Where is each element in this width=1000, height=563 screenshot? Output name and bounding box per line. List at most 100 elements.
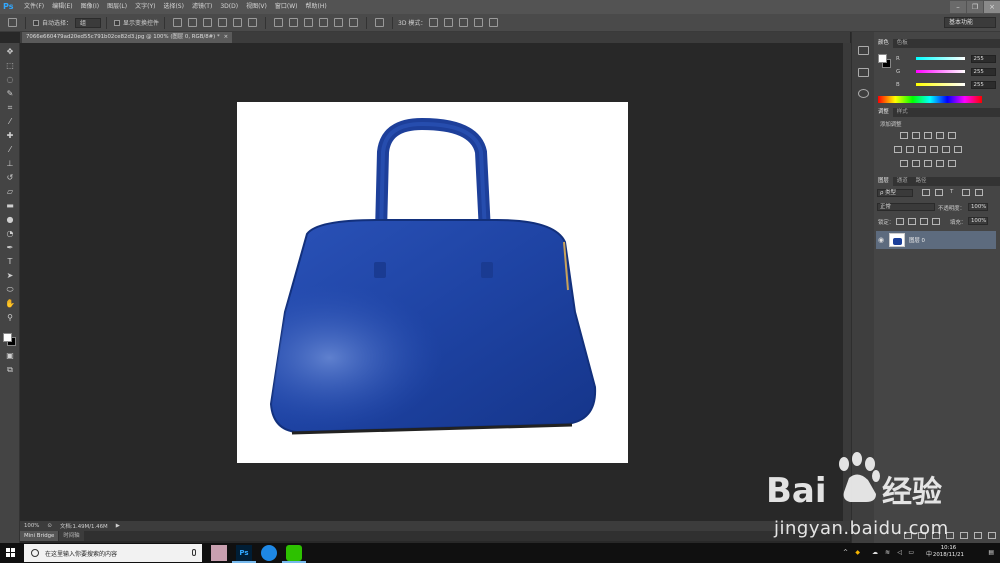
document-tab[interactable]: 7066e660479ad20ed55c791b02ce82d3.jpg @ 1… xyxy=(22,32,233,43)
levels-icon[interactable] xyxy=(912,132,920,139)
ime-indicator[interactable]: 中 xyxy=(926,549,932,558)
slider-r-value[interactable]: 255 xyxy=(970,54,996,63)
menu-type[interactable]: 文字(Y) xyxy=(131,0,159,14)
windows-start-icon[interactable] xyxy=(0,543,22,563)
tray-chevron-icon[interactable]: ^ xyxy=(843,549,848,556)
blur-tool-icon[interactable]: ● xyxy=(4,215,16,225)
color-balance-icon[interactable] xyxy=(906,146,914,153)
brightness-icon[interactable] xyxy=(900,132,908,139)
slider-g-track[interactable] xyxy=(915,70,965,73)
exposure-icon[interactable] xyxy=(936,132,944,139)
slider-b-track[interactable] xyxy=(915,83,965,86)
crop-tool-icon[interactable]: ⌗ xyxy=(4,103,16,113)
tab-mini-bridge[interactable]: Mini Bridge xyxy=(20,531,59,541)
distribute-vcenter-icon[interactable] xyxy=(289,18,299,27)
workspace-dropdown[interactable]: 基本功能 xyxy=(944,17,996,28)
delete-layer-icon[interactable] xyxy=(988,532,996,539)
menu-window[interactable]: 窗口(W) xyxy=(271,0,302,14)
curves-icon[interactable] xyxy=(924,132,932,139)
eyedropper-tool-icon[interactable]: ⁄ xyxy=(4,117,16,127)
3d-slide-icon[interactable] xyxy=(474,18,484,27)
tab-timeline[interactable]: 时间轴 xyxy=(59,531,84,541)
tray-network-icon[interactable]: ≋ xyxy=(885,549,890,556)
align-bottom-icon[interactable] xyxy=(203,18,213,27)
auto-align-icon[interactable] xyxy=(375,18,385,27)
align-left-icon[interactable] xyxy=(218,18,228,27)
taskbar-search[interactable]: 在这里输入你要搜索的内容 xyxy=(24,544,202,562)
doc-info-icon[interactable]: ⊙ xyxy=(47,523,52,529)
zoom-level[interactable]: 100% xyxy=(24,523,39,529)
tab-channels[interactable]: 通道 xyxy=(893,177,912,186)
gradient-tool-icon[interactable]: ▬ xyxy=(4,201,16,211)
channel-mixer-icon[interactable] xyxy=(942,146,950,153)
lock-transparent-icon[interactable] xyxy=(896,218,904,225)
filter-smart-icon[interactable] xyxy=(975,189,983,196)
3d-scale-icon[interactable] xyxy=(489,18,499,27)
browser-icon[interactable] xyxy=(261,545,277,561)
zoom-tool-icon[interactable]: ⚲ xyxy=(4,313,16,323)
3d-roll-icon[interactable] xyxy=(444,18,454,27)
pen-tool-icon[interactable]: ✒ xyxy=(4,243,16,253)
layer-name[interactable]: 图层 0 xyxy=(909,236,925,244)
auto-select-dropdown[interactable]: 组 xyxy=(75,17,102,28)
screen-mode-icon[interactable]: ⧉ xyxy=(4,365,16,375)
black-white-icon[interactable] xyxy=(918,146,926,153)
healing-brush-icon[interactable]: ✚ xyxy=(4,131,16,141)
distribute-hcenter-icon[interactable] xyxy=(334,18,344,27)
layer-row[interactable]: ◉ 图层 0 xyxy=(876,231,996,249)
distribute-top-icon[interactable] xyxy=(274,18,284,27)
lock-position-icon[interactable] xyxy=(920,218,928,225)
lasso-tool-icon[interactable]: ◌ xyxy=(4,75,16,85)
tray-security-icon[interactable]: ◆ xyxy=(855,549,860,556)
info-panel-icon[interactable] xyxy=(858,89,869,98)
menu-edit[interactable]: 编辑(E) xyxy=(48,0,76,14)
distribute-left-icon[interactable] xyxy=(319,18,329,27)
menu-image[interactable]: 图像(I) xyxy=(77,0,103,14)
photo-filter-icon[interactable] xyxy=(930,146,938,153)
canvas-scrollbar[interactable] xyxy=(843,43,851,521)
menu-select[interactable]: 选择(S) xyxy=(159,0,188,14)
3d-rotate-icon[interactable] xyxy=(429,18,439,27)
microphone-icon[interactable] xyxy=(192,549,196,556)
path-select-icon[interactable]: ➤ xyxy=(4,271,16,281)
tab-styles[interactable]: 样式 xyxy=(893,108,912,117)
slider-g[interactable]: G 255 xyxy=(878,67,996,76)
slider-g-value[interactable]: 255 xyxy=(970,67,996,76)
lock-image-icon[interactable] xyxy=(908,218,916,225)
color-lookup-icon[interactable] xyxy=(954,146,962,153)
menu-view[interactable]: 视图(V) xyxy=(242,0,271,14)
vibrance-icon[interactable] xyxy=(948,132,956,139)
opacity-field[interactable]: 100% xyxy=(968,203,988,211)
tab-adjustments[interactable]: 调整 xyxy=(874,108,893,117)
eraser-tool-icon[interactable]: ▱ xyxy=(4,187,16,197)
foreground-color-swatch[interactable] xyxy=(3,333,12,342)
slider-b-value[interactable]: 255 xyxy=(970,80,996,89)
fill-field[interactable]: 100% xyxy=(968,217,988,225)
3d-pan-icon[interactable] xyxy=(459,18,469,27)
quick-select-tool-icon[interactable]: ✎ xyxy=(4,89,16,99)
close-tab-icon[interactable]: × xyxy=(224,34,229,40)
slider-r[interactable]: R 255 xyxy=(878,54,996,63)
shape-tool-icon[interactable]: ⬭ xyxy=(4,285,16,295)
menu-layer[interactable]: 图层(L) xyxy=(103,0,131,14)
history-panel-icon[interactable] xyxy=(858,46,869,55)
threshold-icon[interactable] xyxy=(924,160,932,167)
tray-volume-icon[interactable]: ◁ xyxy=(897,549,902,556)
filter-pixel-icon[interactable] xyxy=(922,189,930,196)
filter-type-icon[interactable]: T xyxy=(950,189,953,195)
filter-shape-icon[interactable] xyxy=(962,189,970,196)
type-tool-icon[interactable]: T xyxy=(4,257,16,267)
invert-icon[interactable] xyxy=(900,160,908,167)
new-layer-icon[interactable] xyxy=(974,532,982,539)
tab-paths[interactable]: 路径 xyxy=(912,177,931,186)
posterize-icon[interactable] xyxy=(912,160,920,167)
photo-app-icon[interactable] xyxy=(211,545,227,561)
visibility-eye-icon[interactable]: ◉ xyxy=(876,236,886,244)
photoshop-taskbar-icon[interactable]: Ps xyxy=(232,545,256,563)
tab-color[interactable]: 颜色 xyxy=(874,39,893,48)
notification-center-icon[interactable]: ▤ xyxy=(988,549,994,556)
quick-mask-icon[interactable]: ▣ xyxy=(4,351,16,361)
color-spectrum[interactable] xyxy=(878,96,982,103)
restore-icon[interactable]: ❐ xyxy=(967,1,983,13)
tab-swatches[interactable]: 色板 xyxy=(893,39,912,48)
